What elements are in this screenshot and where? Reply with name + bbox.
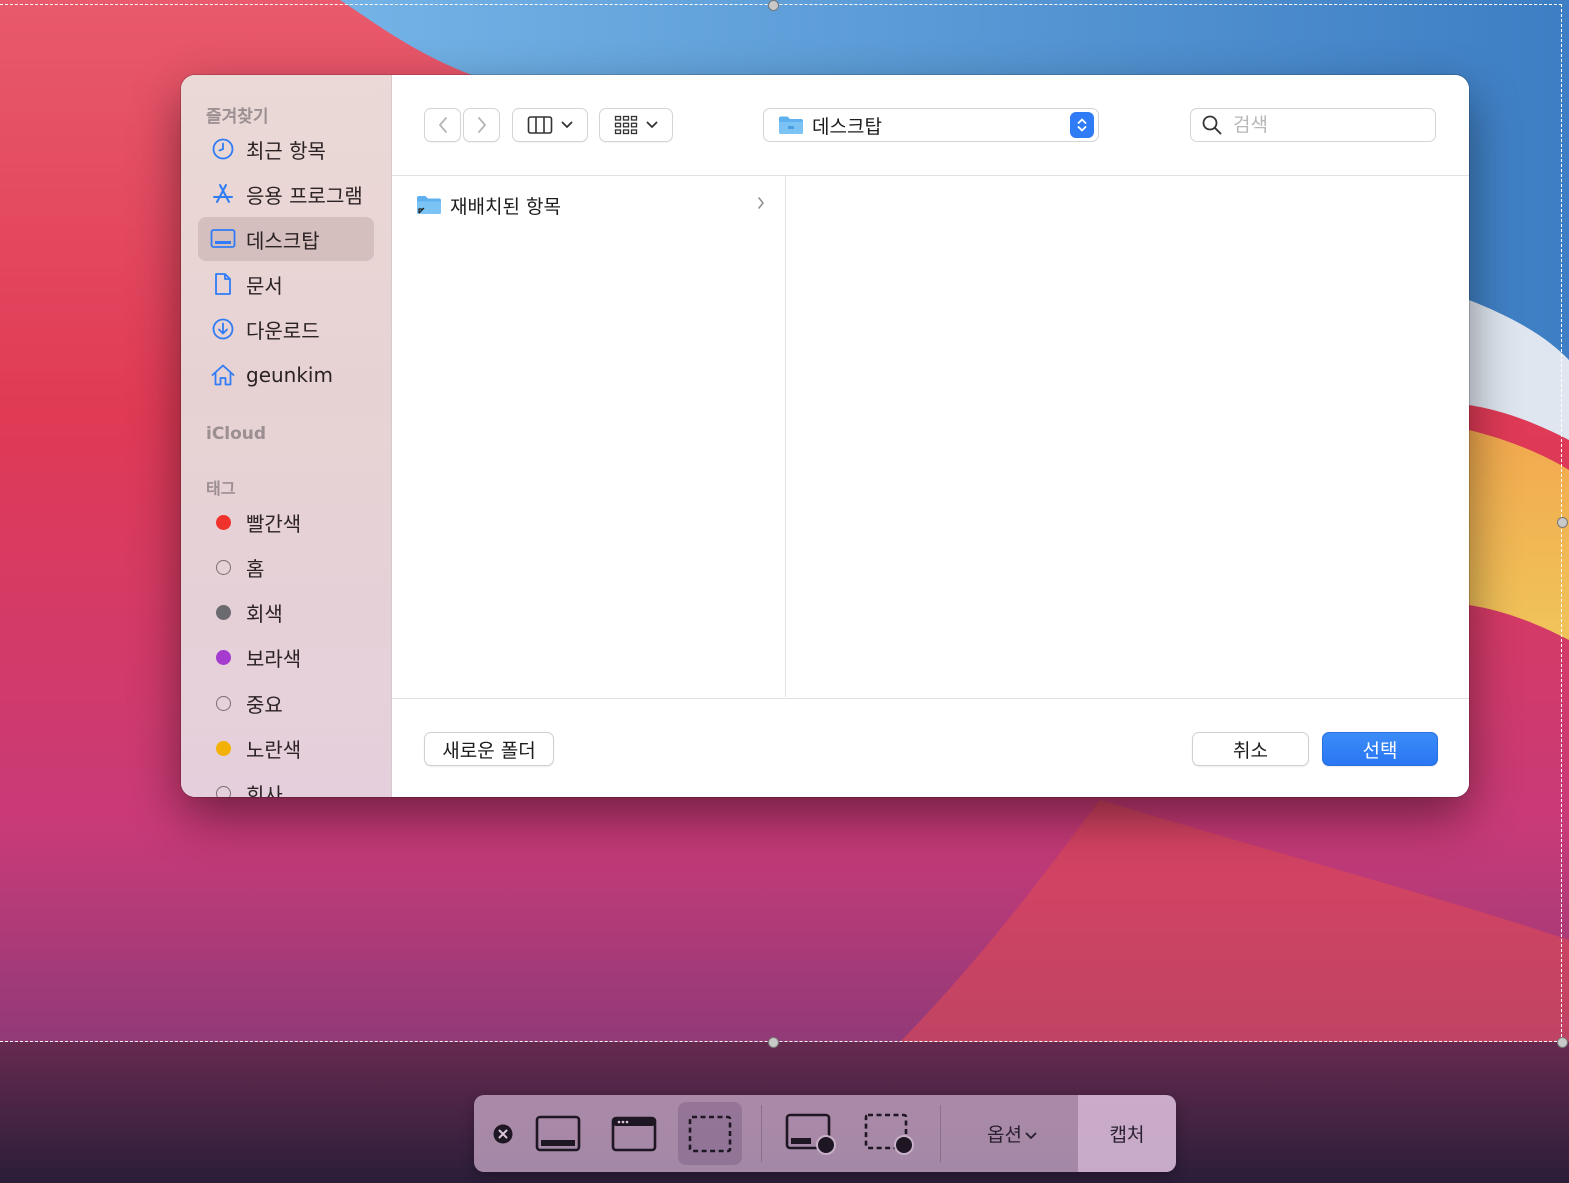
record-entire-screen-button[interactable] [780, 1102, 844, 1165]
sidebar-item-label: 회색 [246, 601, 283, 626]
file-name: 재배치된 항목 [450, 195, 561, 218]
options-label: 옵션 [987, 1124, 1022, 1146]
search-field[interactable] [1190, 108, 1436, 142]
desktop-icon [210, 226, 236, 252]
empty-tag-dot-icon [215, 695, 231, 711]
sidebar-item-recents[interactable]: 최근 항목 [198, 127, 374, 171]
chevron-left-icon [438, 117, 447, 133]
columns-view-icon [527, 116, 553, 134]
options-button[interactable]: 옵션 [946, 1095, 1078, 1172]
sidebar-section-favorites: 즐겨찾기 [206, 107, 269, 127]
sidebar-item-label: 다운로드 [246, 318, 320, 343]
choose-button[interactable]: 선택 [1322, 732, 1438, 766]
sidebar-tag-important[interactable]: 중요 [198, 681, 374, 725]
sidebar-item-label: 문서 [246, 273, 283, 298]
chevron-down-icon [1025, 1132, 1037, 1139]
chevron-down-icon [561, 121, 573, 128]
record-screen-icon [785, 1113, 836, 1155]
document-icon [210, 271, 236, 297]
cancel-button[interactable]: 취소 [1192, 732, 1309, 766]
sidebar-item-label: 빨간색 [246, 511, 302, 536]
sidebar-item-applications[interactable]: 응용 프로그램 [198, 172, 374, 216]
sidebar-item-documents[interactable]: 문서 [198, 262, 374, 306]
folder-icon [779, 116, 803, 134]
red-tag-dot-icon [215, 514, 231, 530]
forward-button[interactable] [463, 108, 500, 142]
chevron-down-icon [646, 121, 658, 128]
dialog-footer: 새로운 폴더 취소 선택 [392, 698, 1469, 797]
selection-handle-bottom[interactable] [768, 1037, 779, 1048]
sidebar: 즐겨찾기 최근 항목 응용 프로그램 데스크탑 문서 다운로드 geunkim … [181, 75, 392, 797]
sidebar-tag-work[interactable]: 회사 [198, 771, 374, 797]
search-icon [1202, 115, 1222, 135]
grid-group-icon [614, 115, 638, 135]
gray-tag-dot-icon [215, 604, 231, 620]
sidebar-item-label: 중요 [246, 692, 283, 717]
view-mode-button[interactable] [512, 108, 588, 142]
capture-button[interactable]: 캡처 [1078, 1095, 1176, 1172]
group-button[interactable] [599, 108, 673, 142]
close-toolbar-button[interactable] [487, 1102, 519, 1165]
location-popup[interactable]: 데스크탑 [763, 108, 1099, 142]
sidebar-tag-yellow[interactable]: 노란색 [198, 726, 374, 770]
record-selection-button[interactable] [858, 1102, 922, 1165]
toolbar: 데스크탑 [392, 75, 1469, 176]
open-folder-dialog: 즐겨찾기 최근 항목 응용 프로그램 데스크탑 문서 다운로드 geunkim … [181, 75, 1469, 797]
search-input[interactable] [1231, 113, 1415, 137]
sidebar-section-tags: 태그 [206, 479, 236, 498]
sidebar-item-desktop[interactable]: 데스크탑 [198, 217, 374, 261]
sidebar-item-label: 최근 항목 [246, 138, 326, 163]
selection-icon [688, 1115, 732, 1152]
empty-tag-dot-icon [215, 559, 231, 575]
clock-icon [210, 136, 236, 162]
sidebar-item-label: 데스크탑 [246, 228, 320, 253]
sidebar-tag-gray[interactable]: 회색 [198, 590, 374, 634]
location-label: 데스크탑 [812, 115, 882, 138]
folder-alias-icon [417, 196, 441, 214]
sidebar-item-downloads[interactable]: 다운로드 [198, 307, 374, 351]
purple-tag-dot-icon [215, 649, 231, 665]
toolbar-divider [940, 1105, 941, 1162]
record-selection-icon [864, 1113, 914, 1155]
download-icon [210, 316, 236, 342]
selection-handle-right[interactable] [1557, 517, 1568, 528]
new-folder-button[interactable]: 새로운 폴더 [424, 732, 554, 766]
sidebar-item-label: geunkim [246, 363, 333, 387]
app-store-icon [210, 181, 236, 207]
capture-window-button[interactable] [602, 1102, 666, 1165]
screenshot-toolbar: 옵션 캡처 [474, 1095, 1176, 1172]
selection-handle-bottom-right[interactable] [1557, 1037, 1568, 1048]
toolbar-divider [761, 1105, 762, 1162]
file-row[interactable]: 재배치된 항목 [416, 190, 766, 220]
home-icon [210, 362, 236, 388]
popup-stepper-icon [1070, 112, 1094, 138]
capture-selection-button[interactable] [678, 1102, 742, 1165]
main-panel: 데스크탑 재배치된 항목 새로운 폴더 취소 선택 [392, 75, 1469, 797]
yellow-tag-dot-icon [215, 740, 231, 756]
capture-entire-screen-button[interactable] [526, 1102, 590, 1165]
browser-column-1: 재배치된 항목 [392, 176, 786, 697]
chevron-right-icon [758, 197, 764, 209]
sidebar-item-label: 노란색 [246, 737, 302, 762]
empty-tag-dot-icon [215, 785, 231, 797]
sidebar-item-label: 보라색 [246, 646, 302, 671]
sidebar-tag-red[interactable]: 빨간색 [198, 500, 374, 544]
sidebar-tag-home[interactable]: 홈 [198, 545, 374, 589]
chevron-right-icon [477, 117, 486, 133]
close-circle-icon [493, 1124, 513, 1143]
browser-column-2 [786, 176, 1469, 697]
sidebar-section-icloud: iCloud [206, 424, 267, 444]
window-icon [611, 1116, 657, 1151]
entire-screen-icon [535, 1115, 581, 1151]
sidebar-item-home[interactable]: geunkim [198, 353, 374, 397]
sidebar-item-label: 응용 프로그램 [246, 183, 363, 208]
selection-handle-top[interactable] [768, 0, 779, 11]
sidebar-item-label: 홈 [246, 556, 265, 581]
sidebar-tag-purple[interactable]: 보라색 [198, 635, 374, 679]
back-button[interactable] [424, 108, 461, 142]
sidebar-item-label: 회사 [246, 782, 283, 798]
